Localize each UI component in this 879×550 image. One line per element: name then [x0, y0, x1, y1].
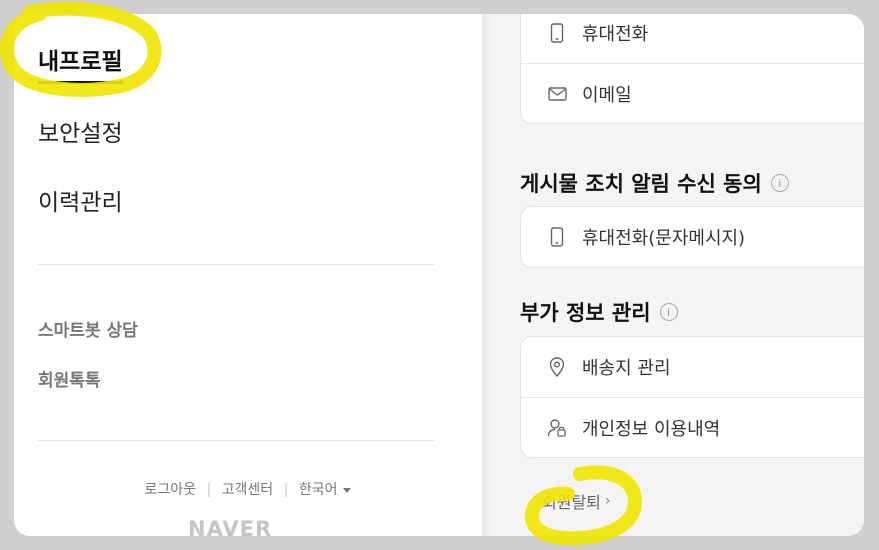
privacy-usage-label: 개인정보 이용내역 — [582, 418, 721, 440]
footer-separator: | — [206, 482, 212, 498]
logout-link[interactable]: 로그아웃 — [145, 482, 197, 498]
email-row[interactable]: 이메일 — [521, 63, 864, 123]
phone-sms-row[interactable]: 휴대전화(문자메시지) — [521, 207, 864, 267]
shipping-row[interactable]: 배송지 관리 — [521, 337, 864, 397]
extra-info-title: 부가 정보 관리 i — [520, 297, 678, 327]
phone-sms-label: 휴대전화(문자메시지) — [582, 228, 746, 249]
envelope-icon — [547, 84, 567, 104]
naver-logo: NAVER — [188, 517, 273, 536]
caret-down-icon — [343, 487, 352, 493]
privacy-usage-row[interactable]: 개인정보 이용내역 — [521, 397, 864, 457]
nav-my-profile[interactable]: 내프로필 — [38, 42, 123, 84]
nav-my-profile-label: 내프로필 — [38, 49, 123, 75]
info-icon[interactable]: i — [659, 303, 678, 321]
mobile-phone-icon — [547, 23, 567, 43]
left-navigation: 내프로필 보안설정 이력관리 스마트봇 상담 회원톡톡 로그아웃 | 고객센터 … — [14, 14, 482, 536]
withdraw-link[interactable]: 회원탈퇴 › — [542, 489, 611, 513]
withdraw-label: 회원탈퇴 — [542, 493, 601, 512]
shipping-label: 배송지 관리 — [582, 358, 671, 379]
post-notice-title: 게시물 조치 알림 수신 동의 i — [520, 168, 789, 198]
language-label: 한국어 — [298, 482, 338, 498]
chevron-right-icon: › — [604, 493, 611, 509]
mobile-phone-icon — [547, 227, 567, 247]
nav-history-management[interactable]: 이력관리 — [38, 183, 123, 217]
extra-info-title-text: 부가 정보 관리 — [520, 301, 651, 325]
nav-divider — [38, 264, 434, 265]
location-pin-icon — [547, 357, 567, 377]
phone-label: 휴대전화 — [582, 24, 649, 45]
nav-security-settings[interactable]: 보안설정 — [38, 114, 123, 148]
active-underline — [38, 81, 123, 84]
info-icon[interactable]: i — [770, 174, 789, 192]
smartbot-consult-link[interactable]: 스마트봇 상담 — [38, 316, 138, 341]
customer-center-link[interactable]: 고객센터 — [222, 482, 274, 498]
footer-separator: | — [283, 482, 289, 498]
post-notice-title-text: 게시물 조치 알림 수신 동의 — [520, 172, 762, 196]
account-window: 내프로필 보안설정 이력관리 스마트봇 상담 회원톡톡 로그아웃 | 고객센터 … — [14, 14, 864, 536]
language-select[interactable]: 한국어 — [299, 482, 352, 498]
right-content: 휴대전화 이메일 게시물 조치 알림 수신 동의 i 휴대전화(문자메시지) 부… — [482, 14, 864, 536]
contact-card: 휴대전화 이메일 — [520, 14, 864, 124]
member-talk-link[interactable]: 회원톡톡 — [38, 366, 101, 391]
user-shield-icon — [547, 418, 567, 438]
phone-row[interactable]: 휴대전화 — [521, 14, 864, 63]
email-label: 이메일 — [582, 84, 632, 106]
footer-links: 로그아웃 | 고객센터 | 한국어 — [14, 479, 482, 499]
extra-info-card: 배송지 관리 개인정보 이용내역 — [520, 336, 864, 458]
footer-divider — [38, 440, 434, 441]
panel-shadow — [482, 14, 492, 536]
post-notice-card: 휴대전화(문자메시지) — [520, 206, 864, 268]
